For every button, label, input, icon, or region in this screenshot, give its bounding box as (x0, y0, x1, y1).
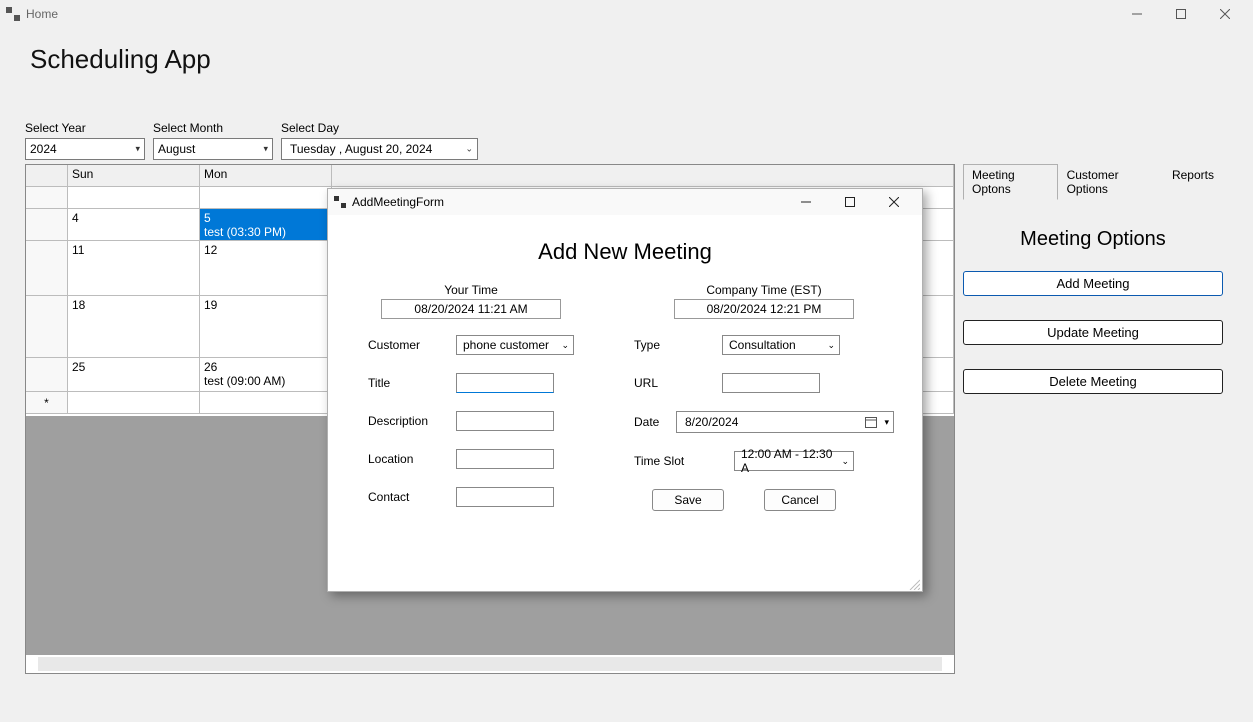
dialog-app-icon (334, 196, 346, 208)
calendar-cell[interactable] (68, 187, 200, 209)
date-picker[interactable]: 8/20/2024 ▾ (676, 411, 894, 433)
tab-reports[interactable]: Reports (1163, 164, 1223, 200)
title-input[interactable] (456, 373, 554, 393)
calendar-cell[interactable] (200, 392, 332, 414)
calendar-cell-sun[interactable]: 11 (68, 241, 200, 296)
select-month-dropdown[interactable]: August ▾ (153, 138, 273, 160)
dialog-title-text: AddMeetingForm (352, 195, 444, 209)
row-header (26, 358, 68, 392)
chevron-down-icon: ▾ (884, 417, 889, 428)
minimize-button[interactable] (1115, 0, 1159, 28)
calendar-header-rest (332, 165, 954, 187)
chevron-down-icon: ⌄ (827, 340, 835, 351)
type-label: Type (634, 338, 722, 352)
row-indicator-new: * (26, 392, 68, 414)
timeslot-dropdown[interactable]: 12:00 AM - 12:30 A⌄ (734, 451, 854, 471)
title-label: Title (368, 376, 456, 390)
tab-meeting-options[interactable]: Meeting Optons (963, 164, 1058, 200)
calendar-cell-mon[interactable]: 26 test (09:00 AM) (200, 358, 332, 392)
save-button[interactable]: Save (652, 489, 724, 511)
calendar-cell-sun[interactable]: 4 (68, 209, 200, 241)
select-month-value: August (158, 142, 195, 156)
description-label: Description (368, 414, 456, 428)
cancel-button[interactable]: Cancel (764, 489, 836, 511)
select-year-label: Select Year (25, 121, 145, 135)
resize-grip[interactable] (908, 577, 920, 589)
contact-input[interactable] (456, 487, 554, 507)
window-title: Home (26, 7, 58, 21)
description-input[interactable] (456, 411, 554, 431)
company-time-label: Company Time (EST) (634, 283, 894, 297)
chevron-down-icon: ▾ (135, 144, 140, 155)
calendar-corner (26, 165, 68, 187)
dialog-heading: Add New Meeting (328, 239, 922, 265)
maximize-button[interactable] (1159, 0, 1203, 28)
chevron-down-icon: ⌄ (841, 456, 849, 467)
select-year-dropdown[interactable]: 2024 ▾ (25, 138, 145, 160)
your-time-field[interactable]: 08/20/2024 11:21 AM (381, 299, 561, 319)
calendar-cell-sun[interactable]: 18 (68, 296, 200, 358)
calendar-cell[interactable] (200, 187, 332, 209)
calendar-cell[interactable] (68, 392, 200, 414)
dialog-titlebar[interactable]: AddMeetingForm (328, 189, 922, 215)
horizontal-scrollbar[interactable] (38, 657, 942, 671)
chevron-down-icon: ⌄ (465, 144, 473, 155)
add-meeting-dialog: AddMeetingForm Add New Meeting Your Time… (327, 188, 923, 592)
calendar-cell-sun[interactable]: 25 (68, 358, 200, 392)
company-time-field[interactable]: 08/20/2024 12:21 PM (674, 299, 854, 319)
date-label: Date (634, 415, 676, 429)
timeslot-label: Time Slot (634, 454, 734, 468)
calendar-cell-mon[interactable]: 19 (200, 296, 332, 358)
select-day-value: Tuesday , August 20, 2024 (290, 142, 432, 156)
customer-dropdown[interactable]: phone customer⌄ (456, 335, 574, 355)
calendar-cell-mon[interactable]: 12 (200, 241, 332, 296)
url-input[interactable] (722, 373, 820, 393)
side-panel-title: Meeting Options (963, 228, 1223, 251)
row-header (26, 241, 68, 296)
dialog-maximize-button[interactable] (828, 190, 872, 214)
dialog-close-button[interactable] (872, 190, 916, 214)
calendar-header-mon[interactable]: Mon (200, 165, 332, 187)
location-input[interactable] (456, 449, 554, 469)
tab-customer-options[interactable]: Customer Options (1058, 164, 1163, 200)
customer-label: Customer (368, 338, 456, 352)
calendar-icon (865, 416, 877, 428)
location-label: Location (368, 452, 456, 466)
calendar-header-sun[interactable]: Sun (68, 165, 200, 187)
chevron-down-icon: ⌄ (561, 340, 569, 351)
type-dropdown[interactable]: Consultation⌄ (722, 335, 840, 355)
select-day-datepicker[interactable]: Tuesday , August 20, 2024 ⌄ (281, 138, 478, 160)
page-title: Scheduling App (0, 28, 1253, 75)
app-icon (6, 7, 20, 21)
chevron-down-icon: ▾ (263, 144, 268, 155)
update-meeting-button[interactable]: Update Meeting (963, 320, 1223, 345)
row-header (26, 187, 68, 209)
select-day-label: Select Day (281, 121, 478, 135)
add-meeting-button[interactable]: Add Meeting (963, 271, 1223, 296)
close-button[interactable] (1203, 0, 1247, 28)
side-tabs: Meeting Optons Customer Options Reports (963, 164, 1223, 200)
row-indicator-current (26, 209, 68, 241)
select-month-label: Select Month (153, 121, 273, 135)
delete-meeting-button[interactable]: Delete Meeting (963, 369, 1223, 394)
row-header (26, 296, 68, 358)
contact-label: Contact (368, 490, 456, 504)
your-time-label: Your Time (368, 283, 574, 297)
calendar-cell-mon-selected[interactable]: 5 test (03:30 PM) (200, 209, 332, 241)
main-titlebar: Home (0, 0, 1253, 28)
select-year-value: 2024 (30, 142, 57, 156)
url-label: URL (634, 376, 722, 390)
dialog-minimize-button[interactable] (784, 190, 828, 214)
